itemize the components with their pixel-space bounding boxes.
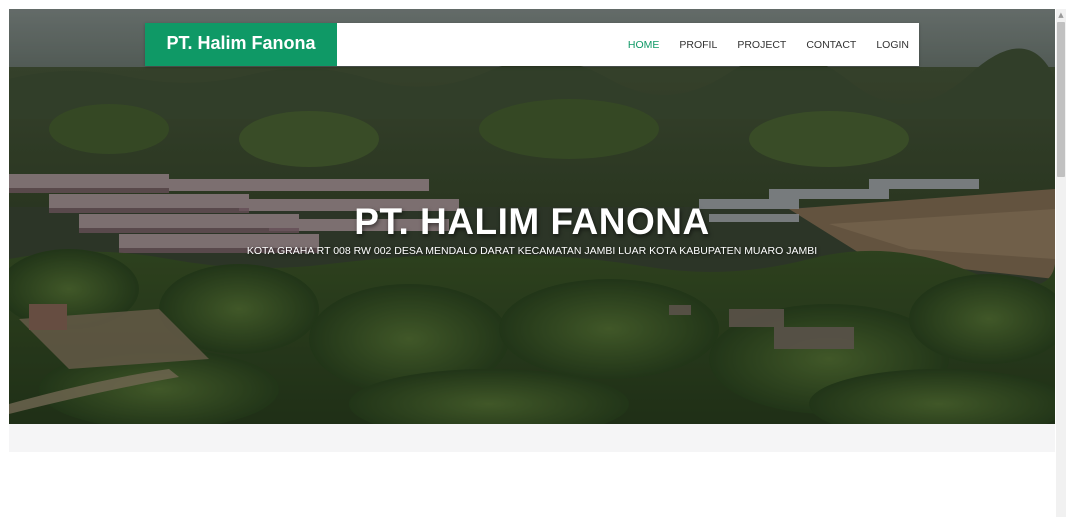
nav-item-home[interactable]: HOME <box>628 39 660 51</box>
nav-item-profil[interactable]: PROFIL <box>679 39 717 51</box>
page-viewport: PT. HALIM FANONA KOTA GRAHA RT 008 RW 00… <box>9 9 1055 517</box>
scrollbar-thumb[interactable] <box>1057 22 1065 177</box>
hero-title: PT. HALIM FANONA <box>354 201 710 242</box>
vertical-scrollbar[interactable]: ▲ <box>1056 9 1066 517</box>
scroll-up-arrow-icon[interactable]: ▲ <box>1056 9 1066 21</box>
nav-menu: HOME PROFIL PROJECT CONTACT LOGIN <box>608 23 909 66</box>
brand-logo-link[interactable]: PT. Halim Fanona <box>145 23 337 66</box>
hero-address: KOTA GRAHA RT 008 RW 002 DESA MENDALO DA… <box>246 245 818 257</box>
nav-item-project[interactable]: PROJECT <box>737 39 786 51</box>
hero-section: PT. HALIM FANONA KOTA GRAHA RT 008 RW 00… <box>9 9 1055 424</box>
nav-item-contact[interactable]: CONTACT <box>806 39 856 51</box>
page-top-margin <box>0 0 1066 9</box>
nav-item-login[interactable]: LOGIN <box>876 39 909 51</box>
top-navbar: PT. Halim Fanona HOME PROFIL PROJECT CON… <box>145 23 919 66</box>
content-section-band <box>9 424 1055 452</box>
